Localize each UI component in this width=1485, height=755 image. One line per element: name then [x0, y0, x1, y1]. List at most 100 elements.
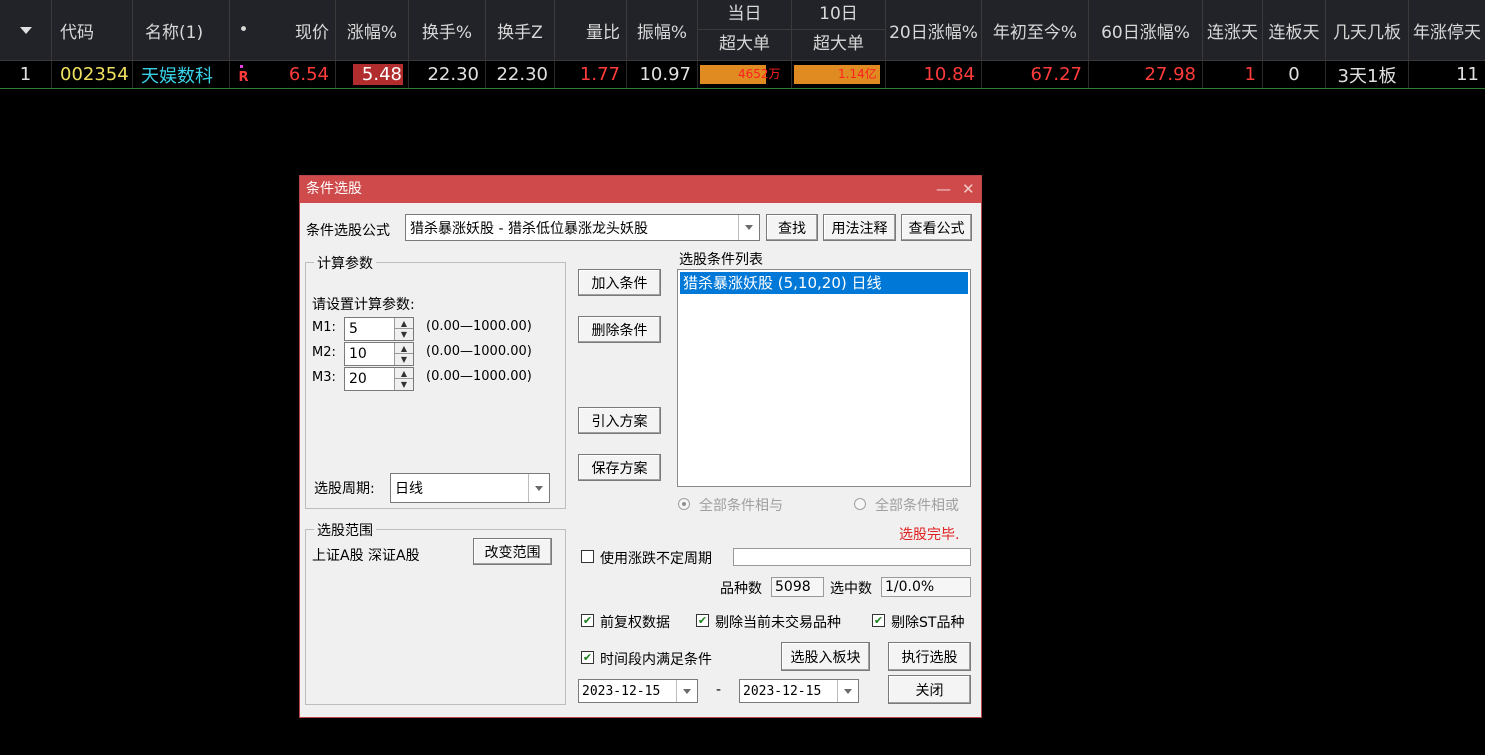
minimize-button[interactable]: — [936, 176, 951, 203]
header-board-days[interactable]: 连板天 [1263, 0, 1326, 60]
selected-value: 1/0.0% [881, 577, 971, 597]
exclude-untraded-label: 剔除当前未交易品种 [715, 615, 841, 631]
execute-selection-button[interactable]: 执行选股 [888, 642, 971, 671]
up-days: 1 [1203, 61, 1263, 88]
header-today-bottom: 超大单 [719, 34, 770, 54]
close-icon[interactable]: ✕ [962, 176, 975, 203]
chevron-down-icon[interactable] [528, 474, 549, 502]
table-row[interactable]: 1 002354 天娱数科 R 6.54 5.48 22.30 22.30 1.… [0, 61, 1485, 89]
use-variable-period-checkbox[interactable] [581, 550, 594, 563]
radio-all-and-label: 全部条件相与 [699, 498, 783, 514]
header-turnover-z[interactable]: 换手Z [486, 0, 555, 60]
period-value: 日线 [395, 481, 423, 497]
delete-condition-button[interactable]: 删除条件 [578, 316, 661, 343]
count-value: 5098 [771, 577, 824, 597]
param-m1-label: M1: [312, 320, 336, 335]
import-plan-button[interactable]: 引入方案 [578, 407, 661, 434]
header-year-limit-days[interactable]: 年涨停天 [1409, 0, 1485, 60]
header-10day-bottom: 超大单 [813, 34, 864, 54]
chevron-down-icon[interactable] [676, 680, 697, 702]
amplitude: 10.97 [627, 61, 698, 88]
scope-text: 上证A股 深证A股 [312, 548, 420, 564]
param-m1-stepper[interactable]: ▲ ▼ [394, 318, 413, 340]
period-select[interactable]: 日线 [390, 473, 550, 503]
selected-label: 选中数 [830, 581, 872, 597]
close-button[interactable]: 关闭 [888, 675, 971, 704]
header-volume-ratio[interactable]: 量比 [555, 0, 627, 60]
param-m3-range: (0.00—1000.00) [426, 369, 532, 384]
param-m1-input[interactable]: 5 ▲ ▼ [344, 317, 414, 341]
ten-day-big-order: 1.14亿 [838, 67, 877, 81]
change-scope-button[interactable]: 改变范围 [473, 538, 552, 565]
turnover-z: 22.30 [486, 61, 555, 88]
usage-notes-button[interactable]: 用法注释 [823, 214, 896, 241]
param-m1-range: (0.00—1000.00) [426, 319, 532, 334]
radio-all-and[interactable] [678, 498, 690, 510]
time-period-checkbox[interactable]: ✔ [581, 651, 594, 664]
list-item[interactable]: 猎杀暴涨妖股 (5,10,20) 日线 [680, 272, 968, 294]
variable-period-input[interactable] [733, 548, 971, 566]
condition-stock-picker-dialog: 条件选股 — ✕ 条件选股公式 猎杀暴涨妖股 - 猎杀低位暴涨龙头妖股 查找 用… [299, 175, 982, 718]
param-m3-stepper[interactable]: ▲ ▼ [394, 368, 413, 390]
exclude-untraded-checkbox[interactable]: ✔ [696, 614, 709, 627]
price: 6.54 [257, 61, 336, 88]
today-big-order-cell: 4652万 [698, 61, 792, 88]
use-variable-period-label: 使用涨跌不定周期 [600, 551, 712, 567]
column-menu-button[interactable] [0, 0, 52, 60]
chevron-down-icon[interactable] [738, 215, 759, 240]
header-up-days[interactable]: 连涨天 [1203, 0, 1263, 60]
header-ytd[interactable]: 年初至今% [982, 0, 1089, 60]
exclude-st-checkbox[interactable]: ✔ [872, 614, 885, 627]
stock-name[interactable]: 天娱数科 [133, 61, 230, 88]
param-m1-value: 5 [349, 321, 358, 337]
header-days-boards[interactable]: 几天几板 [1326, 0, 1409, 60]
header-change-pct[interactable]: 涨幅% [336, 0, 409, 60]
chevron-down-icon[interactable] [837, 680, 858, 702]
header-today-big-order[interactable]: 当日 超大单 [698, 0, 792, 60]
end-date-picker[interactable]: 2023-12-15 [739, 679, 859, 703]
params-prompt: 请设置计算参数: [312, 297, 415, 313]
turnover: 22.30 [409, 61, 486, 88]
header-price[interactable]: 现价 [257, 0, 336, 60]
start-date-picker[interactable]: 2023-12-15 [578, 679, 698, 703]
status-text: 选股完毕. [899, 527, 960, 543]
add-to-block-button[interactable]: 选股入板块 [781, 642, 870, 671]
header-amplitude[interactable]: 振幅% [627, 0, 698, 60]
formula-select[interactable]: 猎杀暴涨妖股 - 猎杀低位暴涨龙头妖股 [405, 214, 760, 241]
table-header: 代码 名称(1) • 现价 涨幅% 换手% 换手Z 量比 振幅% 当日 超大单 … [0, 0, 1485, 61]
conditions-list-label: 选股条件列表 [679, 252, 763, 268]
header-code[interactable]: 代码 [52, 0, 133, 60]
save-plan-button[interactable]: 保存方案 [578, 454, 661, 481]
header-60day-change[interactable]: 60日涨幅% [1089, 0, 1203, 60]
header-name[interactable]: 名称(1) [133, 0, 230, 60]
params-group-title: 计算参数 [314, 253, 376, 273]
row-index: 1 [0, 61, 52, 88]
board-days: 0 [1263, 61, 1326, 88]
forward-adjust-checkbox[interactable]: ✔ [581, 614, 594, 627]
formula-label: 条件选股公式 [306, 223, 390, 239]
param-m2-label: M2: [312, 345, 336, 360]
header-dot: • [238, 20, 249, 40]
radio-all-or[interactable] [854, 498, 866, 510]
header-turnover[interactable]: 换手% [409, 0, 486, 60]
find-button[interactable]: 查找 [766, 214, 818, 241]
end-date-value: 2023-12-15 [743, 683, 822, 699]
header-10day-big-order[interactable]: 10日 超大单 [792, 0, 886, 60]
scope-group-title: 选股范围 [314, 520, 376, 540]
header-20day-change[interactable]: 20日涨幅% [886, 0, 982, 60]
change-pct: 5.48 [361, 64, 402, 85]
param-m2-stepper[interactable]: ▲ ▼ [394, 343, 413, 365]
dialog-title-bar[interactable]: 条件选股 [300, 176, 981, 203]
add-condition-button[interactable]: 加入条件 [578, 269, 661, 296]
header-10day-top: 10日 [792, 0, 885, 30]
stock-code[interactable]: 002354 [52, 61, 133, 88]
param-m2-input[interactable]: 10 ▲ ▼ [344, 342, 414, 366]
today-big-order: 4652万 [738, 67, 781, 81]
conditions-list[interactable]: 猎杀暴涨妖股 (5,10,20) 日线 [677, 269, 971, 487]
param-m3-value: 20 [349, 371, 367, 387]
radio-all-or-label: 全部条件相或 [875, 498, 959, 514]
param-m3-input[interactable]: 20 ▲ ▼ [344, 367, 414, 391]
formula-value: 猎杀暴涨妖股 - 猎杀低位暴涨龙头妖股 [410, 220, 648, 237]
view-formula-button[interactable]: 查看公式 [901, 214, 972, 241]
change-60day: 27.98 [1089, 61, 1203, 88]
